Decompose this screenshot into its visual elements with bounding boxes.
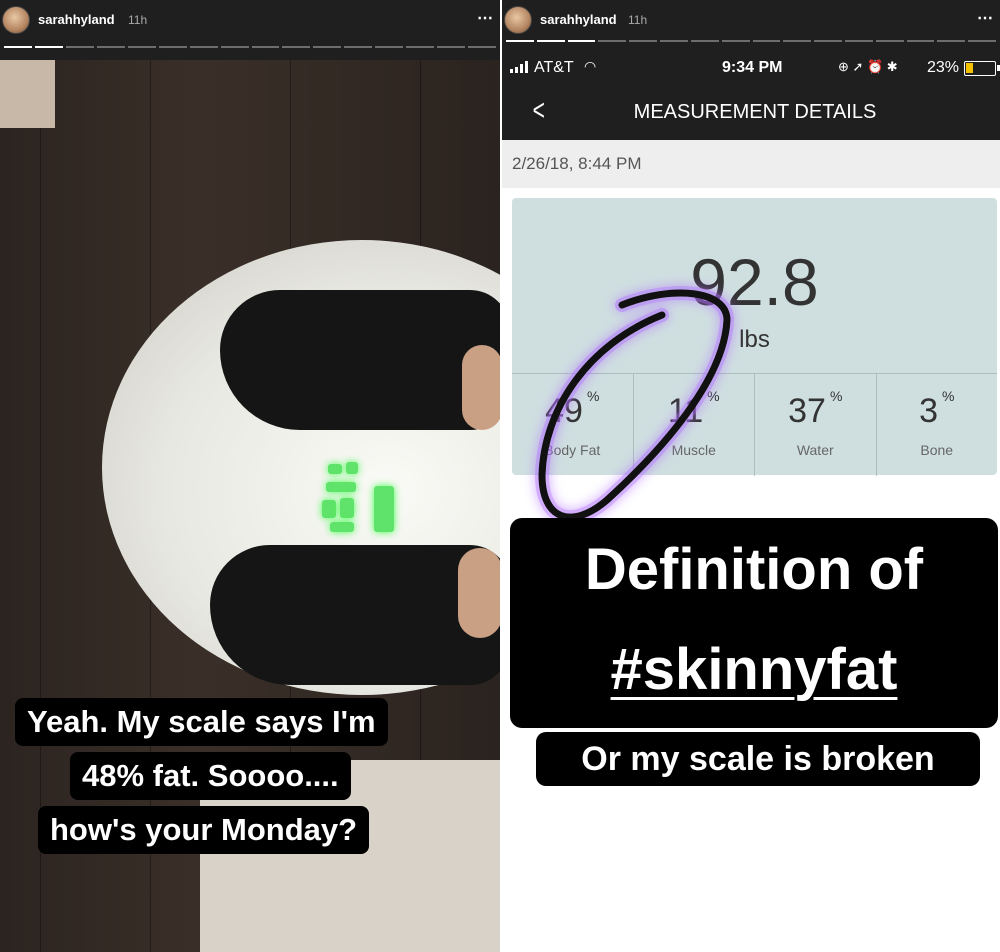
username[interactable]: sarahhyland xyxy=(540,12,617,27)
avatar[interactable] xyxy=(504,6,532,34)
post-time: 11h xyxy=(128,13,148,27)
left-story-panel: sarahhyland 11h ⋯ Yeah. My scale says I'… xyxy=(0,0,500,952)
metric-label: Water xyxy=(796,442,834,458)
hashtag-link[interactable]: #skinnyfat xyxy=(611,637,898,702)
metric-value: 49 xyxy=(545,392,583,430)
caption-main: Definition of #skinnyfat xyxy=(510,518,998,728)
sock-foot-bottom xyxy=(210,545,500,685)
date-band: 2/26/18, 8:44 PM xyxy=(502,140,1000,188)
metric-value: 37 xyxy=(788,392,826,430)
metric-value: 3 xyxy=(919,392,938,430)
metric-unit: % xyxy=(586,388,600,404)
sock-foot-top xyxy=(220,290,500,430)
metric-body-fat: 49% Body Fat xyxy=(512,374,634,476)
caption-line-1: Yeah. My scale says I'm xyxy=(15,698,388,746)
metric-label: Body Fat xyxy=(544,442,601,458)
scale-lcd-display xyxy=(318,460,398,536)
battery-icon xyxy=(964,61,1000,76)
caption-sub: Or my scale is broken xyxy=(536,732,980,786)
username[interactable]: sarahhyland xyxy=(38,12,115,27)
toes-top xyxy=(462,345,500,430)
signal-icon xyxy=(510,61,532,73)
right-story-panel: sarahhyland 11h ⋯ AT&T ◠ 9:34 PM ⊕ ➚ ⏰ ✱… xyxy=(502,0,1000,952)
caption-line-2: 48% fat. Soooo.... xyxy=(70,752,351,800)
weight-value: 92.8 xyxy=(690,245,819,319)
metric-bone: 3% Bone xyxy=(877,374,998,476)
app-nav-bar: < MEASUREMENT DETAILS xyxy=(502,84,1000,140)
metric-unit: % xyxy=(829,388,843,404)
avatar[interactable] xyxy=(2,6,30,34)
metric-muscle: 11% Muscle xyxy=(634,374,755,476)
wall-corner xyxy=(0,60,55,128)
more-options-icon[interactable]: ⋯ xyxy=(977,8,994,28)
metric-unit: % xyxy=(941,388,955,404)
caption-line-3: how's your Monday? xyxy=(38,806,370,854)
metric-label: Muscle xyxy=(671,442,716,458)
status-icons: ⊕ ➚ ⏰ ✱ xyxy=(838,59,898,74)
battery-percent: 23% xyxy=(927,59,960,76)
phone-status-bar: AT&T ◠ 9:34 PM ⊕ ➚ ⏰ ✱ 23% xyxy=(502,50,1000,84)
story-header: sarahhyland 11h ⋯ xyxy=(0,0,500,60)
measurement-date: 2/26/18, 8:44 PM xyxy=(512,154,642,173)
nav-title: MEASUREMENT DETAILS xyxy=(633,101,877,123)
metric-water: 37% Water xyxy=(755,374,877,476)
wifi-icon: ◠ xyxy=(584,58,597,74)
story-progress-bar xyxy=(506,40,996,42)
post-time: 11h xyxy=(628,13,648,27)
metric-unit: % xyxy=(707,388,720,404)
more-options-icon[interactable]: ⋯ xyxy=(477,8,494,28)
metric-value: 11 xyxy=(667,392,704,430)
status-time: 9:34 PM xyxy=(722,59,783,76)
weight-unit: lbs xyxy=(739,326,770,353)
metrics-grid: 49% Body Fat 11% Muscle 37% Water 3% Bon… xyxy=(512,373,997,476)
measurement-card: 92.8 lbs 49% Body Fat 11% Muscle 37% Wat… xyxy=(512,198,997,476)
toes-bottom xyxy=(458,548,500,638)
story-progress-bar xyxy=(4,46,496,48)
story-header: sarahhyland 11h ⋯ xyxy=(502,0,1000,50)
carrier-name: AT&T xyxy=(534,59,574,76)
metric-label: Bone xyxy=(920,442,954,458)
caption-main-line-1: Definition of xyxy=(584,537,924,602)
